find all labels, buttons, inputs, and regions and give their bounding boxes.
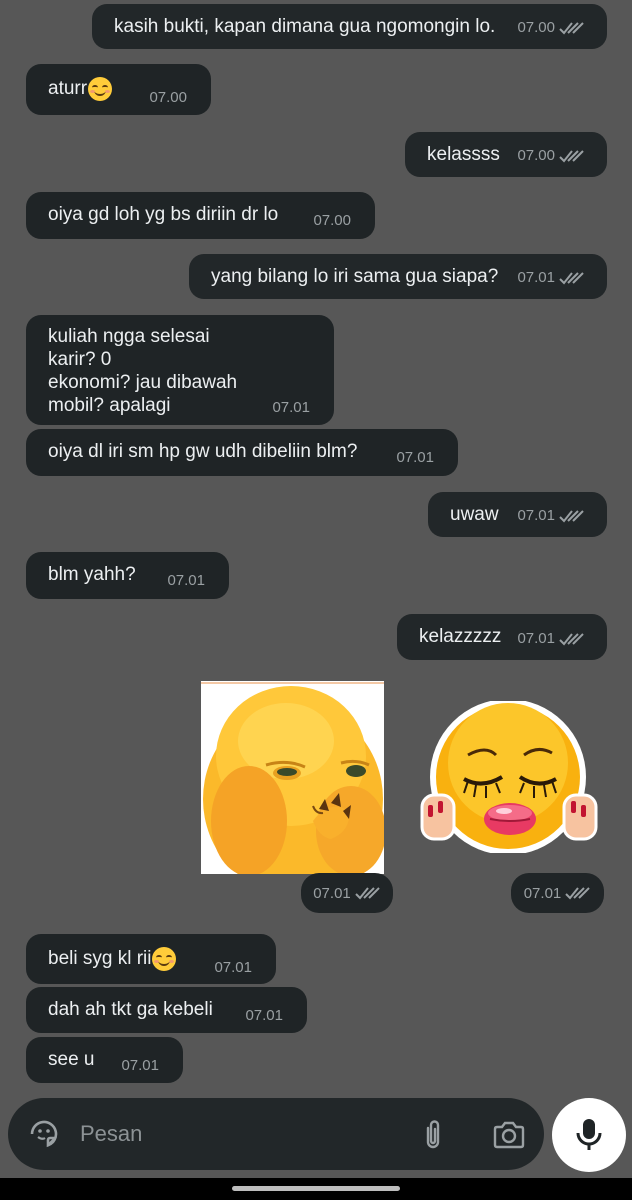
double-check-icon — [565, 887, 590, 900]
message-meta: 07.01 — [517, 627, 585, 650]
message-time: 07.00 — [149, 89, 187, 106]
message-meta: 07.01 — [272, 396, 310, 419]
system-nav-bar — [0, 1178, 632, 1200]
message-time: 07.01 — [167, 572, 205, 589]
message-time: 07.01 — [245, 1007, 283, 1024]
message-text: kelassss — [427, 144, 500, 165]
double-check-icon — [559, 509, 584, 522]
double-check-icon — [559, 271, 584, 284]
camera-icon[interactable] — [492, 1120, 526, 1150]
sticker-icon[interactable] — [28, 1118, 60, 1150]
message-text: kuliah ngga selesai karir? 0 ekonomi? ja… — [48, 326, 238, 416]
message-time: 07.01 — [517, 269, 555, 286]
message-meta: 07.01 — [517, 504, 585, 527]
double-check-icon — [355, 887, 380, 900]
message-text: oiya gd loh yg bs diriin dr lo — [48, 204, 279, 225]
message-meta: 07.00 — [313, 209, 351, 232]
message-bubble-incoming[interactable]: oiya gd loh yg bs diriin dr lo 07.00 — [26, 192, 375, 239]
message-time: 07.01 — [214, 959, 252, 976]
message-meta: 07.01 — [517, 266, 585, 289]
message-bubble-outgoing[interactable]: kelassss 07.00 — [405, 132, 607, 177]
message-time: 07.01 — [121, 1057, 159, 1074]
message-time: 07.00 — [313, 212, 351, 229]
message-bubble-incoming[interactable]: beli syg kl rii 07.01 — [26, 934, 276, 984]
message-text: dah ah tkt ga kebeli — [48, 999, 213, 1020]
message-meta: 07.01 — [245, 1004, 283, 1027]
mic-button[interactable] — [552, 1098, 626, 1172]
message-bubble-incoming[interactable]: dah ah tkt ga kebeli 07.01 — [26, 987, 307, 1033]
message-bubble-outgoing[interactable]: uwaw 07.01 — [428, 492, 607, 537]
message-time: 07.01 — [272, 399, 310, 416]
message-time: 07.01 — [523, 884, 562, 902]
message-bubble-outgoing[interactable]: kelazzzzz 07.01 — [397, 614, 607, 660]
attach-icon[interactable] — [420, 1118, 446, 1152]
message-text: kelazzzzz — [419, 626, 502, 647]
message-meta: 07.00 — [149, 86, 187, 109]
chat-screen: kasih bukti, kapan dimana gua ngomongin … — [0, 0, 632, 1200]
message-input[interactable]: Pesan — [80, 1121, 142, 1147]
message-meta: 07.00 — [517, 144, 585, 167]
message-bubble-incoming[interactable]: oiya dl iri sm hp gw udh dibeliin blm? 0… — [26, 429, 458, 476]
double-check-icon — [559, 21, 584, 34]
message-text: see u — [48, 1049, 95, 1070]
message-meta: 07.01 — [396, 446, 434, 469]
message-time: 07.01 — [517, 630, 555, 647]
message-meta: 07.01 — [214, 956, 252, 979]
message-bubble-outgoing[interactable]: yang bilang lo iri sama gua siapa? 07.01 — [189, 254, 607, 299]
pleading-kiss-emoji-icon — [420, 699, 598, 855]
double-check-icon — [559, 149, 584, 162]
message-text: yang bilang lo iri sama gua siapa? — [211, 266, 499, 287]
mic-icon — [576, 1119, 602, 1150]
message-text: blm yahh? — [48, 564, 136, 585]
message-bubble-incoming[interactable]: kuliah ngga selesai karir? 0 ekonomi? ja… — [26, 315, 334, 425]
message-text: beli syg kl rii — [48, 948, 152, 969]
yellow-creature-icon — [201, 681, 386, 894]
message-bubble-incoming[interactable]: blm yahh? 07.01 — [26, 552, 229, 599]
message-meta: 07.01 — [121, 1054, 159, 1077]
yellow-creature-sticker[interactable] — [201, 681, 386, 894]
double-check-icon — [559, 632, 584, 645]
message-time: 07.01 — [396, 449, 434, 466]
message-text: oiya dl iri sm hp gw udh dibeliin blm? — [48, 441, 358, 462]
pleading-kiss-emoji-sticker[interactable] — [416, 699, 598, 855]
message-meta: 07.01 — [167, 569, 205, 592]
message-time: 07.01 — [517, 507, 555, 524]
message-time: 07.01 — [313, 884, 351, 902]
sticker-meta: 07.01 — [511, 873, 604, 913]
message-text: aturr — [48, 78, 88, 99]
message-bubble-incoming[interactable]: aturr 07.00 — [26, 64, 211, 115]
smiling-face-emoji-icon — [88, 77, 113, 101]
message-bubble-incoming[interactable]: see u 07.01 — [26, 1037, 183, 1083]
sticker-meta: 07.01 — [301, 873, 393, 913]
message-time: 07.00 — [517, 19, 555, 36]
message-composer[interactable]: Pesan — [8, 1098, 544, 1170]
message-text: uwaw — [450, 504, 499, 525]
message-bubble-outgoing[interactable]: kasih bukti, kapan dimana gua ngomongin … — [92, 4, 607, 49]
message-meta: 07.00 — [517, 16, 585, 39]
smiling-face-emoji-icon — [152, 947, 177, 971]
home-indicator[interactable] — [232, 1186, 400, 1191]
message-text: kasih bukti, kapan dimana gua ngomongin … — [114, 16, 496, 37]
message-time: 07.00 — [517, 147, 555, 164]
